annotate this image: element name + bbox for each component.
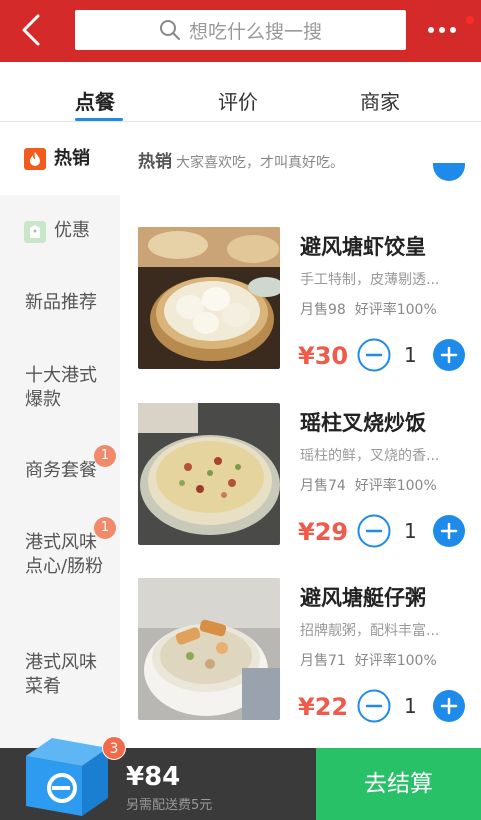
item-quantity: 1 bbox=[404, 694, 417, 718]
item-description: 招牌靓粥，配料丰富... bbox=[300, 623, 440, 639]
minus-icon[interactable] bbox=[357, 514, 391, 548]
section-subtitle: 大家喜欢吃，才叫真好吃。 bbox=[176, 155, 344, 171]
tab-merchant[interactable]: 商家 bbox=[360, 86, 400, 115]
list-item[interactable]: 避风塘艇仔粥 招牌靓粥，配料丰富... 月售71 好评率100% ¥22 1 bbox=[120, 578, 481, 728]
list-item[interactable]: 瑶柱叉烧炒饭 瑶柱的鲜，叉烧的香... 月售74 好评率100% ¥29 1 bbox=[120, 403, 481, 553]
item-name: 避风塘艇仔粥 bbox=[300, 586, 426, 610]
sidebar-item-label: 优惠 bbox=[54, 220, 90, 241]
tab-bar: 点餐 评价 商家 bbox=[0, 62, 481, 122]
notification-dot bbox=[466, 16, 474, 24]
sidebar-item-label: 热销 bbox=[54, 148, 90, 169]
item-price: ¥30 bbox=[298, 342, 349, 370]
cart-count-badge: 3 bbox=[102, 736, 126, 760]
active-tab-indicator bbox=[75, 118, 123, 121]
delivery-fee-note: 另需配送费5元 bbox=[126, 798, 213, 813]
category-sidebar: 热销 优惠 新品推荐 十大港式爆款 商务套餐 1 港式风味点心/肠粉 1 港式风… bbox=[0, 123, 120, 748]
plus-icon[interactable] bbox=[432, 514, 466, 548]
plus-icon[interactable] bbox=[432, 338, 466, 372]
item-stats: 月售98 好评率100% bbox=[300, 299, 437, 319]
sidebar-item-label: 商务套餐 bbox=[25, 460, 97, 481]
search-input[interactable]: 想吃什么搜一搜 bbox=[75, 10, 406, 50]
item-price: ¥22 bbox=[298, 693, 349, 721]
cart-icon[interactable] bbox=[22, 734, 112, 818]
minus-icon[interactable] bbox=[357, 689, 391, 723]
item-quantity: 1 bbox=[404, 519, 417, 543]
item-stats: 月售71 好评率100% bbox=[300, 650, 437, 670]
sidebar-item-label: 港式风味点心/肠粉 bbox=[25, 532, 104, 577]
sidebar-item-label: 港式风味菜肴 bbox=[25, 652, 97, 697]
item-sales: 月售74 bbox=[300, 478, 346, 494]
sidebar-item-label: 新品推荐 bbox=[25, 292, 97, 313]
flame-icon bbox=[24, 148, 46, 170]
search-icon bbox=[159, 20, 180, 40]
tab-order[interactable]: 点餐 bbox=[75, 86, 115, 115]
more-menu-button[interactable] bbox=[428, 22, 462, 38]
coupon-icon bbox=[24, 221, 46, 243]
food-image bbox=[138, 227, 280, 369]
food-image bbox=[138, 403, 280, 545]
menu-list: 热销 大家喜欢吃，才叫真好吃。 避风塘虾饺皇 手工特制，皮薄剔透... 月售98… bbox=[120, 123, 481, 748]
section-title: 热销 bbox=[138, 152, 172, 172]
item-rating: 好评率100% bbox=[354, 653, 437, 669]
item-sales: 月售98 bbox=[300, 302, 346, 318]
item-rating: 好评率100% bbox=[354, 302, 437, 318]
item-name: 避风塘虾饺皇 bbox=[300, 235, 426, 259]
list-item[interactable]: 避风塘虾饺皇 手工特制，皮薄剔透... 月售98 好评率100% ¥30 1 bbox=[120, 227, 481, 377]
item-stats: 月售74 好评率100% bbox=[300, 475, 437, 495]
sidebar-item-hot[interactable]: 热销 bbox=[0, 123, 120, 195]
app-header: 想吃什么搜一搜 bbox=[0, 0, 481, 62]
minus-icon[interactable] bbox=[357, 338, 391, 372]
item-description: 手工特制，皮薄剔透... bbox=[300, 272, 440, 288]
cart-bar: 3 ¥84 另需配送费5元 去结算 bbox=[0, 736, 481, 820]
item-description: 瑶柱的鲜，叉烧的香... bbox=[300, 448, 440, 464]
checkout-button[interactable]: 去结算 bbox=[316, 748, 481, 820]
chevron-left-icon bbox=[22, 14, 40, 46]
cart-total: ¥84 bbox=[126, 762, 181, 792]
plus-icon[interactable] bbox=[432, 163, 466, 187]
plus-icon[interactable] bbox=[432, 689, 466, 723]
item-name: 瑶柱叉烧炒饭 bbox=[300, 411, 426, 435]
more-dots-icon bbox=[428, 27, 434, 33]
search-placeholder: 想吃什么搜一搜 bbox=[188, 20, 322, 43]
tab-reviews[interactable]: 评价 bbox=[218, 86, 258, 115]
back-button[interactable] bbox=[14, 12, 50, 48]
sidebar-badge: 1 bbox=[94, 445, 116, 467]
item-rating: 好评率100% bbox=[354, 478, 437, 494]
section-header: 热销 大家喜欢吃，才叫真好吃。 bbox=[138, 147, 344, 172]
item-sales: 月售71 bbox=[300, 653, 346, 669]
food-image bbox=[138, 578, 280, 720]
sidebar-badge: 1 bbox=[94, 517, 116, 539]
item-price: ¥29 bbox=[298, 518, 349, 546]
item-quantity: 1 bbox=[404, 343, 417, 367]
sidebar-item-label: 十大港式爆款 bbox=[25, 365, 97, 410]
